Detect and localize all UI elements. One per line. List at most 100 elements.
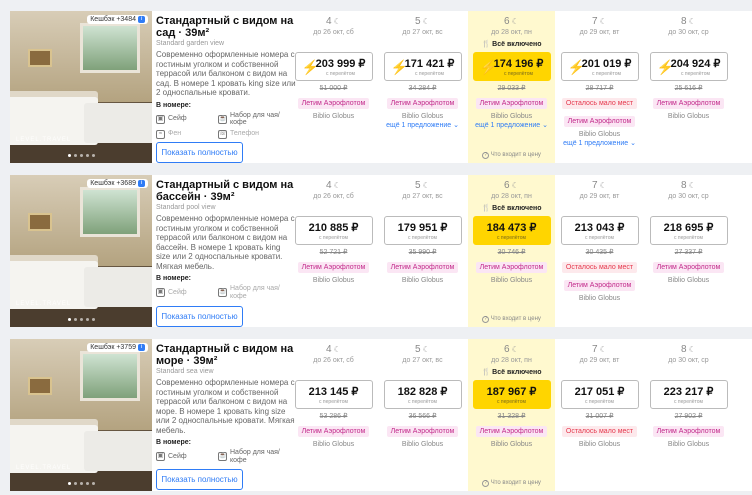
- meal-icon: 🍴: [481, 41, 493, 48]
- price-transfer-note: с перелётом: [319, 399, 348, 405]
- more-offers-text: ещё 1 предложение: [563, 140, 629, 147]
- carousel-dot[interactable]: [74, 318, 77, 321]
- aeroflot-badge: Летим Аэрофлотом: [297, 262, 370, 273]
- amenity-label: Сейф: [168, 452, 187, 460]
- nights-count: 6 ☾: [468, 344, 555, 355]
- carousel-dot[interactable]: [68, 154, 71, 157]
- price-column[interactable]: 6 ☾ до 28 окт, пн 🍴 Всё включено 184 473 ₽ с…: [468, 175, 555, 327]
- carousel-dot[interactable]: [80, 482, 83, 485]
- price-button[interactable]: 218 695 ₽ с перелётом: [649, 216, 728, 245]
- return-date: до 27 окт, вс: [402, 193, 443, 200]
- nights-count: 5 ☾: [379, 16, 466, 27]
- aeroflot-badge: Летим Аэрофлотом: [475, 262, 548, 273]
- carousel-dot[interactable]: [74, 154, 77, 157]
- price-column: 5 ☾ до 27 окт, вс 182 828 ₽ с перелётом 36 5…: [379, 339, 466, 491]
- room-subtitle: Standard sea view: [156, 368, 214, 375]
- carousel-dot[interactable]: [92, 482, 95, 485]
- price-button[interactable]: 213 145 ₽ с перелётом: [294, 380, 373, 409]
- price-transfer-note: с перелётом: [319, 235, 348, 241]
- all-inclusive-label: [645, 368, 732, 377]
- cashback-info-icon: i: [138, 16, 145, 23]
- return-date: до 29 окт, вт: [579, 29, 620, 36]
- carousel-dot[interactable]: [92, 318, 95, 321]
- lightning-icon: ⚡: [390, 59, 408, 75]
- more-offers-link[interactable]: ещё 1 предложение ⌄: [468, 121, 555, 129]
- moon-icon: ☾: [597, 17, 607, 26]
- price-button[interactable]: 213 043 ₽ с перелётом: [560, 216, 639, 245]
- few-seats-badge: Осталось мало мест: [561, 262, 638, 273]
- tour-operator: Biblio Globus: [578, 295, 621, 302]
- price-button[interactable]: 223 217 ₽ с перелётом: [649, 380, 728, 409]
- amenity-label: Фен: [168, 130, 182, 138]
- price-transfer-note: с перелётом: [674, 399, 703, 405]
- more-offers-link[interactable]: ещё 1 предложение ⌄: [379, 121, 466, 129]
- price-button[interactable]: ⚡ 171 421 ₽ с перелётом: [383, 52, 462, 81]
- return-date: до 27 окт, вс: [402, 29, 443, 36]
- price-button[interactable]: 182 828 ₽ с перелётом: [383, 380, 462, 409]
- aeroflot-badge: Летим Аэрофлотом: [563, 280, 636, 291]
- photo-carousel-dots[interactable]: [68, 482, 95, 485]
- room-photo[interactable]: Кешбэк +3689 i LEVEL.TRAVEL: [10, 175, 152, 327]
- question-icon: ?: [482, 480, 490, 487]
- tour-operator: Biblio Globus: [667, 277, 710, 284]
- show-full-button[interactable]: Показать полностью: [156, 469, 243, 490]
- price-column[interactable]: 6 ☾ до 28 окт, пн 🍴 Всё включено ⚡ 174 196 ₽…: [468, 11, 555, 163]
- carousel-dot[interactable]: [68, 482, 71, 485]
- price-button[interactable]: 179 951 ₽ с перелётом: [383, 216, 462, 245]
- carousel-dot[interactable]: [86, 482, 89, 485]
- carousel-dot[interactable]: [86, 154, 89, 157]
- price-button[interactable]: 187 967 ₽ с перелётом: [472, 380, 551, 409]
- meal-icon: 🍴: [481, 205, 493, 212]
- photo-watermark: LEVEL.TRAVEL: [16, 301, 72, 307]
- carousel-dot[interactable]: [92, 154, 95, 157]
- show-full-button[interactable]: Показать полностью: [156, 306, 243, 327]
- amenity-item: ☕ Набор для чая/кофе: [218, 449, 288, 464]
- old-price: 31 328 ₽: [497, 413, 526, 420]
- amenity-label: Набор для чая/кофе: [230, 285, 280, 300]
- photo-carousel-dots[interactable]: [68, 318, 95, 321]
- price-button[interactable]: ⚡ 203 999 ₽ с перелётом: [294, 52, 373, 81]
- amenities-list: ▣ Сейф ☕ Набор для чая/кофе ≈ Фен ☏ Телефон: [156, 112, 296, 139]
- carousel-dot[interactable]: [86, 318, 89, 321]
- amenity-item: ▣ Сейф: [156, 285, 212, 300]
- photo-bed: [84, 103, 152, 143]
- old-price: 27 902 ₽: [674, 413, 703, 420]
- lightning-icon: ⚡: [301, 59, 319, 75]
- return-date: до 27 окт, вс: [402, 357, 443, 364]
- aeroflot-badge: Летим Аэрофлотом: [386, 98, 459, 109]
- show-full-button[interactable]: Показать полностью: [156, 142, 243, 163]
- carousel-dot[interactable]: [80, 154, 83, 157]
- return-date: до 30 окт, ср: [668, 357, 709, 364]
- photo-carousel-dots[interactable]: [68, 154, 95, 157]
- carousel-dot[interactable]: [80, 318, 83, 321]
- whats-included-link[interactable]: ? Что входит в цену: [468, 480, 555, 487]
- room-description: Современно оформленные номера с гостиным…: [156, 214, 295, 271]
- return-date: до 30 окт, ср: [668, 29, 709, 36]
- return-date: до 26 окт, сб: [313, 29, 354, 36]
- room-photo[interactable]: Кешбэк +3484 i LEVEL.TRAVEL: [10, 11, 152, 163]
- price-column[interactable]: 6 ☾ до 28 окт, пн 🍴 Всё включено 187 967 ₽ с…: [468, 339, 555, 491]
- room-title: Стандартный с видом на море · 39м²: [156, 343, 294, 367]
- carousel-dot[interactable]: [74, 482, 77, 485]
- moon-icon: ☾: [420, 345, 430, 354]
- all-inclusive-text: Всё включено: [492, 369, 542, 376]
- price-button[interactable]: ⚡ 204 924 ₽ с перелётом: [649, 52, 728, 81]
- price-button[interactable]: ⚡ 174 196 ₽ с перелётом: [472, 52, 551, 81]
- whats-included-link[interactable]: ? Что входит в цену: [468, 316, 555, 323]
- nights-count: 5 ☾: [379, 180, 466, 191]
- price-button[interactable]: ⚡ 201 019 ₽ с перелётом: [560, 52, 639, 81]
- price-transfer-note: с перелётом: [497, 235, 526, 241]
- more-offers-link[interactable]: ещё 1 предложение ⌄: [556, 139, 643, 147]
- tour-operator: Biblio Globus: [490, 277, 533, 284]
- cashback-info-icon: i: [138, 344, 145, 351]
- amenities-list: ▣ Сейф ☕ Набор для чая/кофе: [156, 449, 296, 464]
- price-button[interactable]: 210 885 ₽ с перелётом: [294, 216, 373, 245]
- whats-included-link[interactable]: ? Что входит в цену: [468, 152, 555, 159]
- carousel-dot[interactable]: [68, 318, 71, 321]
- room-photo[interactable]: Кешбэк +3759 i LEVEL.TRAVEL: [10, 339, 152, 491]
- price-button[interactable]: 217 051 ₽ с перелётом: [560, 380, 639, 409]
- aeroflot-badge: Летим Аэрофлотом: [386, 262, 459, 273]
- price-transfer-note: с перелётом: [408, 235, 437, 241]
- cashback-badge: Кешбэк +3759 i: [87, 343, 148, 352]
- price-button[interactable]: 184 473 ₽ с перелётом: [472, 216, 551, 245]
